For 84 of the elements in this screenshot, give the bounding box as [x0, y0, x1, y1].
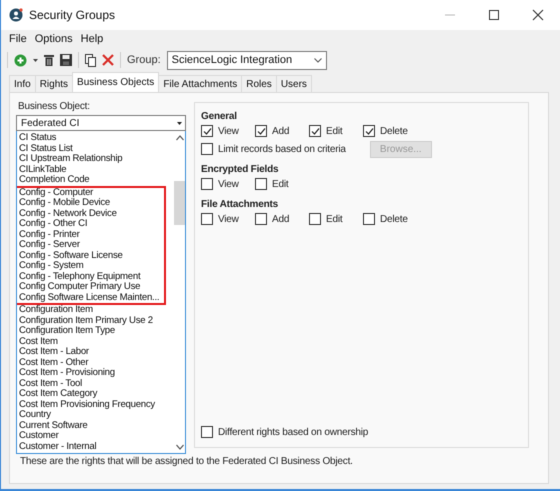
checkbox-label[interactable]: Delete [380, 214, 408, 224]
scroll-down-icon[interactable] [176, 444, 184, 450]
checkbox[interactable] [309, 125, 321, 137]
checkbox-label[interactable]: Edit [326, 126, 342, 136]
scroll-up-icon[interactable] [176, 135, 184, 141]
list-item[interactable]: Config - Printer [17, 230, 164, 240]
save-icon[interactable] [60, 54, 72, 66]
checkbox-label[interactable]: Different rights based on ownership [218, 426, 368, 438]
list-item[interactable]: CILinkTable [17, 164, 174, 175]
checkbox[interactable] [255, 178, 267, 190]
list-item[interactable]: Config Software License Mainten... [17, 292, 164, 303]
checkbox[interactable] [255, 125, 267, 137]
menu-item[interactable]: Help [76, 33, 108, 45]
checkbox-label[interactable]: Limit records based on criteria [218, 144, 346, 154]
app-icon [9, 8, 23, 22]
list-item[interactable]: CI Status List [17, 144, 174, 154]
list-item[interactable]: Customer [17, 431, 174, 442]
list-item[interactable]: Config Computer Primary Use [17, 282, 164, 292]
scroll-thumb[interactable] [174, 181, 185, 225]
tab[interactable]: Info [9, 75, 36, 92]
tab[interactable]: Users [276, 75, 312, 92]
list-item[interactable]: Cost Item Category [17, 389, 174, 400]
caret-icon[interactable] [33, 58, 38, 62]
checkbox[interactable] [201, 125, 213, 137]
section-title: Encrypted Fields [201, 164, 280, 175]
footer-note: These are the rights that will be assigned to the Federated CI Business Object. [20, 456, 353, 467]
list-item[interactable]: Config - Other CI [17, 219, 164, 230]
list-item[interactable]: Config - Software License [17, 250, 164, 261]
list-item[interactable]: CI Upstream Relationship [17, 154, 174, 164]
trash-icon[interactable] [44, 54, 54, 66]
chevron-icon [314, 58, 322, 62]
checkbox[interactable] [201, 426, 213, 438]
checkbox[interactable] [255, 213, 267, 225]
add-icon[interactable] [14, 54, 27, 66]
list-item[interactable]: Config - Telephony Equipment [17, 272, 164, 282]
list-item[interactable]: Country [17, 410, 174, 420]
delete-icon[interactable] [102, 54, 114, 66]
checkbox-label[interactable]: Edit [326, 214, 342, 224]
checkbox-label[interactable]: View [218, 214, 239, 224]
checkbox-label[interactable]: Edit [272, 178, 288, 190]
maximize-icon[interactable] [488, 9, 500, 21]
list-item[interactable]: CI Status [17, 133, 174, 144]
list-item[interactable]: Config - Server [17, 240, 164, 250]
list-item[interactable]: Configuration Item Type [17, 326, 174, 336]
window-title: Security Groups [29, 8, 116, 22]
checkbox[interactable] [363, 125, 375, 137]
checkbox[interactable] [201, 213, 213, 225]
list-item[interactable]: Cost Item - Labor [17, 347, 174, 358]
section-title: File Attachments [201, 199, 280, 210]
list-item[interactable]: Cost Item Provisioning Frequency [17, 400, 174, 410]
list-item[interactable]: Configuration Item [17, 305, 174, 316]
list-item[interactable]: Cost Item - Provisioning [17, 368, 174, 378]
list-item[interactable]: Cost Item [17, 336, 174, 347]
checkbox-label[interactable]: View [218, 178, 239, 190]
section-title: General [201, 111, 238, 122]
caret-icon [177, 122, 182, 124]
list-item[interactable]: Config - Computer [17, 188, 164, 198]
list-item[interactable]: Config - Network Device [17, 208, 164, 219]
menu-item[interactable]: Options [30, 33, 77, 45]
group-dropdown[interactable]: ScienceLogic Integration [166, 50, 327, 70]
list-item[interactable]: Configuration Item Primary Use 2 [17, 316, 174, 326]
checkbox-label[interactable]: View [218, 126, 239, 136]
checkbox[interactable] [309, 213, 321, 225]
checkbox-label[interactable]: Add [272, 214, 290, 224]
list-item[interactable]: Config - Mobile Device [17, 198, 164, 208]
list-item[interactable]: Completion Code [17, 175, 174, 186]
list-item[interactable]: Config - System [17, 261, 164, 272]
group-label: Group: [127, 54, 161, 66]
checkbox[interactable] [363, 213, 375, 225]
list-item[interactable]: Cost Item - Other [17, 358, 174, 368]
checkbox[interactable] [201, 143, 213, 155]
business-object-dropdown[interactable]: Federated CI [16, 115, 186, 131]
field-label: Business Object: [18, 101, 91, 112]
tab[interactable]: Business Objects [72, 72, 160, 92]
checkbox[interactable] [201, 178, 213, 190]
list-item[interactable]: Customer - Internal [17, 442, 174, 452]
list-item[interactable]: Cost Item - Tool [17, 378, 174, 389]
close-icon[interactable] [532, 9, 544, 21]
copy-icon[interactable] [85, 54, 96, 66]
list-item[interactable]: Current Software [17, 420, 174, 431]
checkbox-label[interactable]: Add [272, 126, 290, 136]
menu-item[interactable]: File [5, 33, 31, 45]
tab[interactable]: Rights [34, 75, 74, 92]
checkbox-label[interactable]: Delete [380, 126, 408, 136]
